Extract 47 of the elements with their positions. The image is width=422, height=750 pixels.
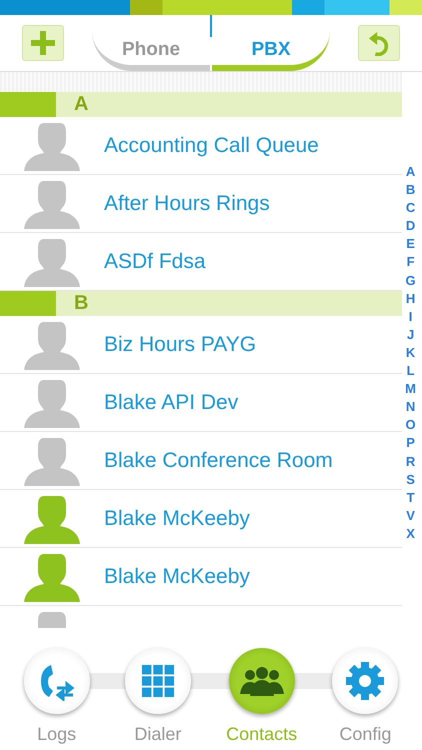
index-letter[interactable]: A [405,163,416,182]
contact-row[interactable]: Blake McKeeby [0,490,402,548]
index-letter[interactable]: E [405,235,416,254]
index-letter[interactable]: N [405,398,416,416]
contact-name: After Hours Rings [104,192,270,216]
contact-name: Blake API Dev [104,390,238,414]
contact-name: Blake McKeeby [104,564,250,588]
index-letter[interactable]: T [405,488,416,507]
index-letter[interactable]: C [405,199,416,218]
index-letter[interactable]: V [405,506,416,525]
contact-row[interactable]: Blake Conference Room [0,432,402,490]
group-icon [240,666,284,696]
section-letter: A [74,93,88,116]
section-marker [0,92,56,117]
contact-row[interactable]: Blake McKeeby [0,548,402,606]
undo-arrow-icon [368,30,390,56]
contact-name: Blake McKeeby [104,506,250,530]
index-letter[interactable]: L [405,362,416,380]
index-letter[interactable]: H [405,290,416,308]
plus-icon [31,31,55,55]
contact-name: ASDf Fdsa [104,250,206,274]
index-letter[interactable]: P [405,434,416,452]
contact-name: Biz Hours PAYG [104,332,256,356]
index-letter[interactable]: O [405,416,416,434]
keypad-icon [140,664,175,698]
index-letter[interactable]: M [405,380,416,398]
add-button[interactable] [22,25,64,61]
index-letter[interactable]: J [405,326,416,344]
refresh-button[interactable] [358,25,400,61]
contact-row[interactable]: Accounting Call Queue [0,117,402,175]
index-letter[interactable]: D [405,217,416,236]
contact-row[interactable]: Blake API Dev [0,374,402,432]
index-letter[interactable]: F [405,253,416,272]
index-letter[interactable]: G [405,272,416,290]
contact-name: Blake Conference Room [104,448,333,472]
index-letter[interactable]: B [405,181,416,200]
section-marker [0,291,56,316]
contact-row[interactable]: After Hours Rings [0,175,402,233]
contact-row[interactable]: Biz Hours PAYG [0,316,402,374]
index-letter[interactable]: S [405,470,416,489]
index-letter[interactable]: K [405,344,416,362]
index-letter[interactable]: R [405,452,416,471]
contact-name: Accounting Call Queue [104,134,319,158]
index-letter[interactable]: I [405,308,416,326]
index-letter[interactable]: X [405,524,416,543]
section-letter: B [74,292,88,315]
settings-icon [345,661,386,701]
